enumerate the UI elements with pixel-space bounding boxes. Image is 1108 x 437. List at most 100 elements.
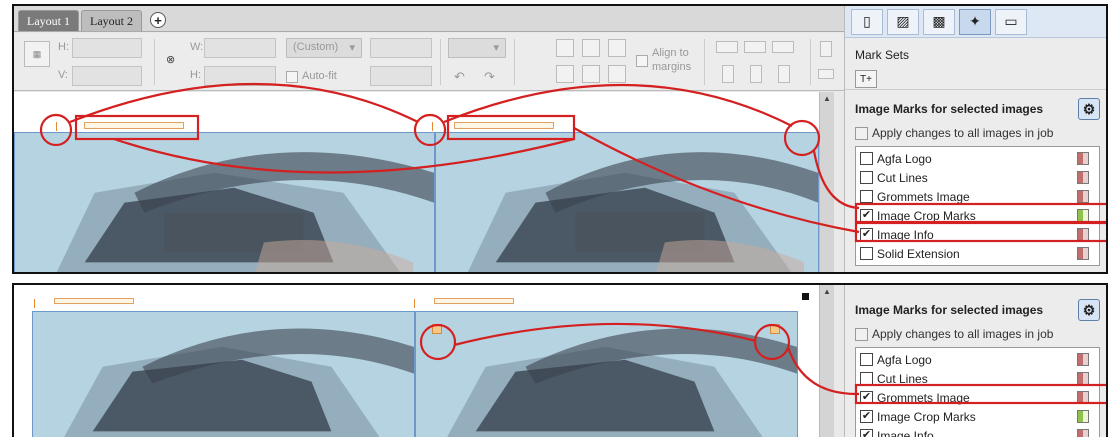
align-left-icon[interactable] <box>556 65 574 83</box>
canvas-scrollbar[interactable]: ▲ <box>819 92 834 272</box>
apply-all-label: Apply changes to all images in job <box>872 327 1054 341</box>
mark-checkbox[interactable] <box>860 190 873 203</box>
scroll-up-icon[interactable]: ▲ <box>823 287 831 296</box>
mark-item-image-info[interactable]: ✔ Image Info <box>860 225 1095 244</box>
mark-color-swatch[interactable] <box>1077 391 1089 404</box>
image-info-mark-2 <box>454 122 554 129</box>
mark-item-grommets-image[interactable]: Grommets Image <box>860 187 1095 206</box>
mark-sets-label: Mark Sets <box>855 48 910 62</box>
mark-color-swatch[interactable] <box>1077 372 1089 385</box>
image-icon[interactable]: ▨ <box>887 8 919 35</box>
mark-color-swatch[interactable] <box>1077 429 1089 437</box>
gear-icon[interactable]: ⚙ <box>1078 98 1100 120</box>
mark-color-swatch[interactable] <box>1077 353 1089 366</box>
mark-item-image-info[interactable]: ✔ Image Info <box>860 426 1095 437</box>
distribute-h3-icon[interactable] <box>772 41 794 53</box>
anchor-grid-icon[interactable]: ▦ <box>24 41 50 67</box>
image-info-mark-4 <box>434 298 514 304</box>
mark-checkbox[interactable] <box>860 372 873 385</box>
distribute-v3-icon[interactable] <box>778 65 790 83</box>
layout-canvas[interactable] <box>14 92 819 272</box>
mark-checkbox[interactable]: ✔ <box>860 391 873 404</box>
mark-item-agfa-logo[interactable]: Agfa Logo <box>860 350 1095 369</box>
mark-color-swatch[interactable] <box>1077 190 1089 203</box>
margins-label: margins <box>652 61 692 73</box>
marks-icon[interactable]: ✦ <box>959 8 991 35</box>
printer-photo-4 <box>416 312 797 437</box>
image-marks-title: Image Marks for selected images <box>855 303 1044 317</box>
mark-item-image-crop-marks[interactable]: ✔ Image Crop Marks <box>860 206 1095 225</box>
page-image-3[interactable] <box>32 311 415 437</box>
mark-item-solid-extension[interactable]: Solid Extension <box>860 244 1095 263</box>
rotate-left-icon[interactable]: ↶ <box>454 69 465 85</box>
mark-checkbox[interactable]: ✔ <box>860 429 873 437</box>
page-image-2[interactable] <box>435 132 819 272</box>
screenshot-bottom: ▲ Image Marks for selected images ⚙ Appl… <box>12 283 1108 437</box>
mark-sets-section: Mark Sets T+ <box>845 38 1106 90</box>
mark-color-swatch[interactable] <box>1077 171 1089 184</box>
height-field[interactable] <box>204 66 276 86</box>
link-icon[interactable]: ⊗ <box>166 53 175 66</box>
align-to-label: Align to <box>652 47 689 59</box>
mark-checkbox[interactable] <box>860 247 873 260</box>
align-center-icon[interactable] <box>582 65 600 83</box>
mark-checkbox[interactable]: ✔ <box>860 410 873 423</box>
mark-item-image-crop-marks[interactable]: ✔ Image Crop Marks <box>860 407 1095 426</box>
mark-color-swatch[interactable] <box>1077 152 1089 165</box>
mark-checkbox[interactable] <box>860 353 873 366</box>
apply-all-checkbox[interactable] <box>855 327 868 341</box>
align-to-margins-checkbox[interactable] <box>636 55 648 67</box>
align-middle-icon[interactable] <box>582 39 600 57</box>
spacing-h-icon[interactable] <box>818 69 834 79</box>
mark-color-swatch[interactable] <box>1077 209 1089 222</box>
palette-icon[interactable]: ▩ <box>923 8 955 35</box>
page-image-4[interactable] <box>415 311 798 437</box>
mark-item-cut-lines[interactable]: Cut Lines <box>860 369 1095 388</box>
grommet-mark-left <box>432 324 442 334</box>
rotate-right-icon[interactable]: ↷ <box>484 69 495 85</box>
book-icon[interactable]: ▯ <box>851 8 883 35</box>
align-bottom-icon[interactable] <box>608 39 626 57</box>
add-tab-button[interactable]: + <box>150 12 166 28</box>
mark-set-icon[interactable]: T+ <box>855 70 877 88</box>
distribute-v2-icon[interactable] <box>750 65 762 83</box>
mark-item-cut-lines[interactable]: Cut Lines <box>860 168 1095 187</box>
autofit-checkbox[interactable] <box>286 71 298 83</box>
v-position-field[interactable] <box>72 66 142 86</box>
mark-item-grommets-image[interactable]: ✔ Grommets Image <box>860 388 1095 407</box>
spacing-v-icon[interactable] <box>820 41 832 57</box>
mark-checkbox[interactable] <box>860 152 873 165</box>
width-field[interactable] <box>204 38 276 58</box>
mark-checkbox[interactable]: ✔ <box>860 228 873 241</box>
tab-layout-2[interactable]: Layout 2 <box>81 10 142 31</box>
mark-checkbox[interactable]: ✔ <box>860 209 873 222</box>
mark-item-agfa-logo[interactable]: Agfa Logo <box>860 149 1095 168</box>
h-position-field[interactable] <box>72 38 142 58</box>
rotation-select[interactable]: ▾ <box>448 38 506 58</box>
page-image-1[interactable] <box>14 132 435 272</box>
size-value-field[interactable] <box>370 38 432 58</box>
autofit-value-field[interactable] <box>370 66 432 86</box>
mark-color-swatch[interactable] <box>1077 410 1089 423</box>
mark-color-swatch[interactable] <box>1077 247 1089 260</box>
scroll-up-icon[interactable]: ▲ <box>823 94 831 103</box>
mark-checkbox[interactable] <box>860 171 873 184</box>
image-info-mark-3 <box>54 298 134 304</box>
gear-icon[interactable]: ⚙ <box>1078 299 1100 321</box>
autofit-label: Auto-fit <box>302 70 337 82</box>
apply-all-checkbox[interactable] <box>855 126 868 140</box>
width-label: W: <box>190 41 204 53</box>
align-top-icon[interactable] <box>556 39 574 57</box>
layout-icon[interactable]: ▭ <box>995 8 1027 35</box>
layout-canvas-2[interactable] <box>14 285 819 437</box>
v-position-label: V: <box>58 69 68 81</box>
size-preset-select[interactable]: (Custom) ▾ <box>286 38 362 58</box>
distribute-v1-icon[interactable] <box>722 65 734 83</box>
distribute-h1-icon[interactable] <box>716 41 738 53</box>
canvas-scrollbar-2[interactable]: ▲ <box>819 285 834 437</box>
tab-layout-1[interactable]: Layout 1 <box>18 10 79 31</box>
distribute-h2-icon[interactable] <box>744 41 766 53</box>
mark-color-swatch[interactable] <box>1077 228 1089 241</box>
align-right-icon[interactable] <box>608 65 626 83</box>
screenshot-top: Layout 1 Layout 2 + ▦ H: V: W: ⊗ H: (Cus… <box>12 4 1108 274</box>
